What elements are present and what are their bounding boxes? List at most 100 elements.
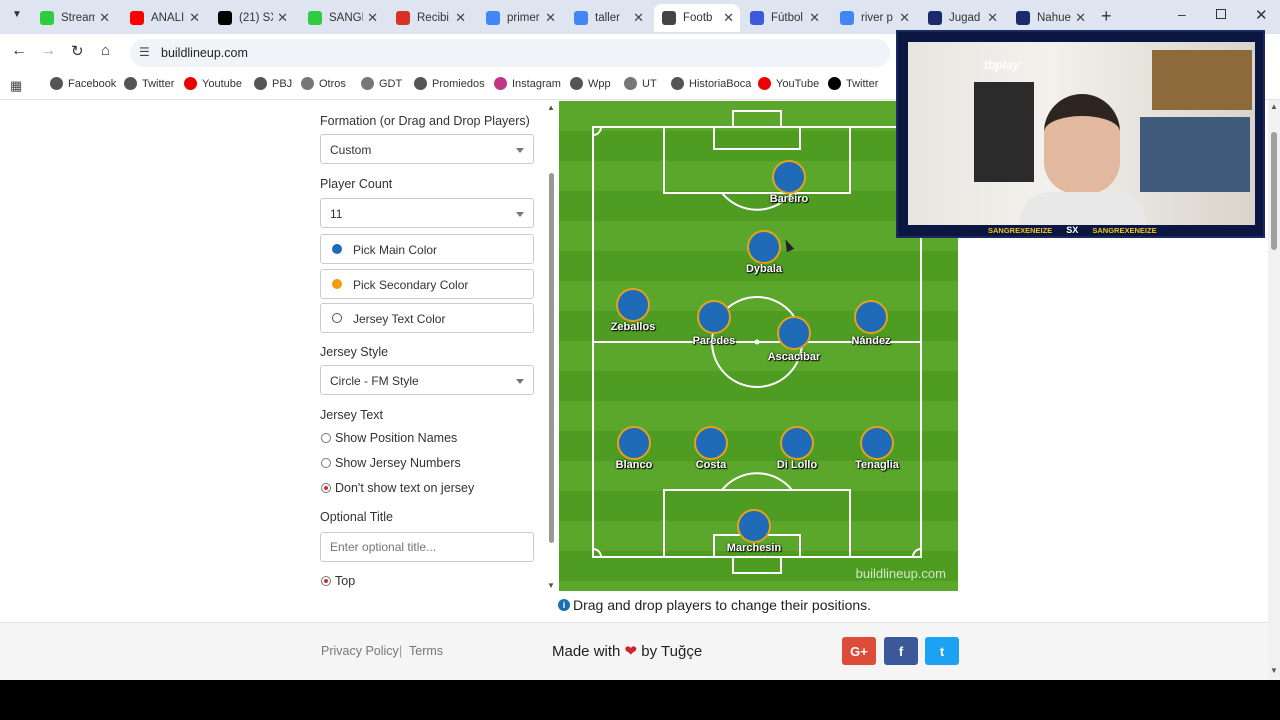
bookmark-3[interactable]: PBJ	[254, 77, 292, 90]
facebook-button[interactable]: f	[884, 637, 918, 665]
close-tab-icon[interactable]: ✕	[277, 10, 288, 26]
privacy-policy-link[interactable]: Privacy Policy	[321, 644, 399, 658]
close-tab-icon[interactable]: ✕	[899, 10, 910, 26]
radio-title-top[interactable]: Top	[321, 574, 355, 588]
bookmark-label: Otros	[319, 77, 346, 90]
tab-list-dropdown[interactable]: ▼	[8, 9, 26, 25]
back-icon[interactable]: ←	[11, 42, 27, 60]
tab-1[interactable]: ANALI ✕	[122, 4, 206, 32]
bookmark-2[interactable]: Youtube	[184, 77, 242, 90]
tab-5[interactable]: primer ✕	[478, 4, 562, 32]
secondary-color-button[interactable]: Pick Secondary Color	[320, 269, 534, 299]
home-icon[interactable]: ⌂	[101, 42, 110, 59]
player-token[interactable]	[617, 426, 651, 460]
radio-position-names[interactable]: Show Position Names	[321, 431, 457, 445]
bookmark-6[interactable]: Promiedos	[414, 77, 485, 90]
main-color-button[interactable]: Pick Main Color	[320, 234, 534, 264]
bookmark-icon	[758, 77, 771, 90]
made-with-credit: Made with ❤ by Tuğçe	[552, 642, 702, 660]
close-window-button[interactable]: ✕	[1255, 6, 1268, 24]
restore-button[interactable]	[1216, 9, 1226, 19]
tab-label: Fútbol	[771, 12, 803, 24]
close-tab-icon[interactable]: ✕	[189, 10, 200, 26]
apps-icon[interactable]: ▦	[10, 78, 22, 94]
bookmark-1[interactable]: Twitter	[124, 77, 174, 90]
bookmark-4[interactable]: Otros	[301, 77, 346, 90]
close-tab-icon[interactable]: ✕	[809, 10, 820, 26]
close-tab-icon[interactable]: ✕	[633, 10, 644, 26]
reload-icon[interactable]: ↻	[71, 42, 84, 60]
player-count-select[interactable]: 11	[320, 198, 534, 228]
player-token[interactable]	[616, 288, 650, 322]
player-token[interactable]	[694, 426, 728, 460]
terms-link[interactable]: Terms	[409, 644, 443, 658]
streamer-body	[1020, 192, 1146, 225]
jersey-text-label: Jersey Text	[320, 408, 383, 422]
scroll-up-icon[interactable]: ▲	[1270, 102, 1278, 111]
panel-scroll-thumb[interactable]	[549, 173, 554, 543]
bookmark-7[interactable]: Instagram	[494, 77, 561, 90]
player-token[interactable]	[780, 426, 814, 460]
close-tab-icon[interactable]: ✕	[987, 10, 998, 26]
twitter-button[interactable]: t	[925, 637, 959, 665]
close-tab-icon[interactable]: ✕	[723, 10, 734, 26]
secondary-color-label: Pick Secondary Color	[353, 278, 469, 292]
kick-icon	[40, 11, 54, 25]
player-token[interactable]	[747, 230, 781, 264]
page-scroll-thumb[interactable]	[1271, 132, 1277, 250]
player-token[interactable]	[854, 300, 888, 334]
close-tab-icon[interactable]: ✕	[1075, 10, 1086, 26]
forward-icon[interactable]: →	[40, 42, 56, 60]
site-info-icon[interactable]: ☰	[139, 45, 150, 59]
bookmark-icon	[671, 77, 684, 90]
tab-0[interactable]: Stream ✕	[32, 4, 116, 32]
close-tab-icon[interactable]: ✕	[455, 10, 466, 26]
bookmark-8[interactable]: Wpp	[570, 77, 611, 90]
tab-9[interactable]: river p ✕	[832, 4, 916, 32]
radio-no-text[interactable]: Don't show text on jersey	[321, 481, 474, 495]
tab-3[interactable]: SANGR ✕	[300, 4, 384, 32]
close-tab-icon[interactable]: ✕	[545, 10, 556, 26]
address-bar[interactable]: ☰ buildlineup.com	[130, 39, 890, 67]
tab-label: river p	[861, 12, 893, 24]
scroll-down-icon[interactable]: ▼	[1270, 666, 1278, 675]
main-color-label: Pick Main Color	[353, 243, 438, 257]
scroll-up-icon[interactable]: ▲	[547, 103, 555, 112]
player-token[interactable]	[772, 160, 806, 194]
address-text: buildlineup.com	[161, 46, 248, 60]
tab-2[interactable]: (21) SX ✕	[210, 4, 294, 32]
jersey-style-select[interactable]: Circle - FM Style	[320, 365, 534, 395]
close-tab-icon[interactable]: ✕	[99, 10, 110, 26]
new-tab-button[interactable]: +	[1101, 6, 1112, 27]
bookmark-10[interactable]: HistoriaBoca	[671, 77, 751, 90]
optional-title-input[interactable]	[320, 532, 534, 562]
close-tab-icon[interactable]: ✕	[367, 10, 378, 26]
bookmark-11[interactable]: YouTube	[758, 77, 819, 90]
radio-position-label: Show Position Names	[335, 431, 458, 445]
formation-select[interactable]: Custom	[320, 134, 534, 164]
google-plus-button[interactable]: G+	[842, 637, 876, 665]
page-scrollbar[interactable]: ▲ ▼	[1268, 100, 1280, 680]
tab-8[interactable]: Fútbol ✕	[742, 4, 826, 32]
tab-label: Stream	[61, 12, 95, 24]
panel-scrollbar[interactable]: ▲ ▼	[546, 103, 556, 591]
info-icon: i	[558, 599, 570, 611]
player-token[interactable]	[737, 509, 771, 543]
tab-6[interactable]: taller ✕	[566, 4, 650, 32]
minimize-button[interactable]: –	[1178, 6, 1186, 22]
text-color-button[interactable]: Jersey Text Color	[320, 303, 534, 333]
tab-11[interactable]: Nahue ✕	[1008, 4, 1092, 32]
tab-7[interactable]: Footb ✕	[654, 4, 740, 32]
player-token[interactable]	[697, 300, 731, 334]
player-token[interactable]	[777, 316, 811, 350]
drag-hint-text: Drag and drop players to change their po…	[573, 597, 872, 613]
bookmark-9[interactable]: UT	[624, 77, 657, 90]
bookmark-12[interactable]: Twitter	[828, 77, 878, 90]
scroll-down-icon[interactable]: ▼	[547, 581, 555, 590]
player-token[interactable]	[860, 426, 894, 460]
bookmark-5[interactable]: GDT	[361, 77, 402, 90]
radio-jersey-numbers[interactable]: Show Jersey Numbers	[321, 456, 461, 470]
tab-10[interactable]: Jugad ✕	[920, 4, 1004, 32]
tab-4[interactable]: Recibi ✕	[388, 4, 472, 32]
bookmark-0[interactable]: Facebook	[50, 77, 116, 90]
